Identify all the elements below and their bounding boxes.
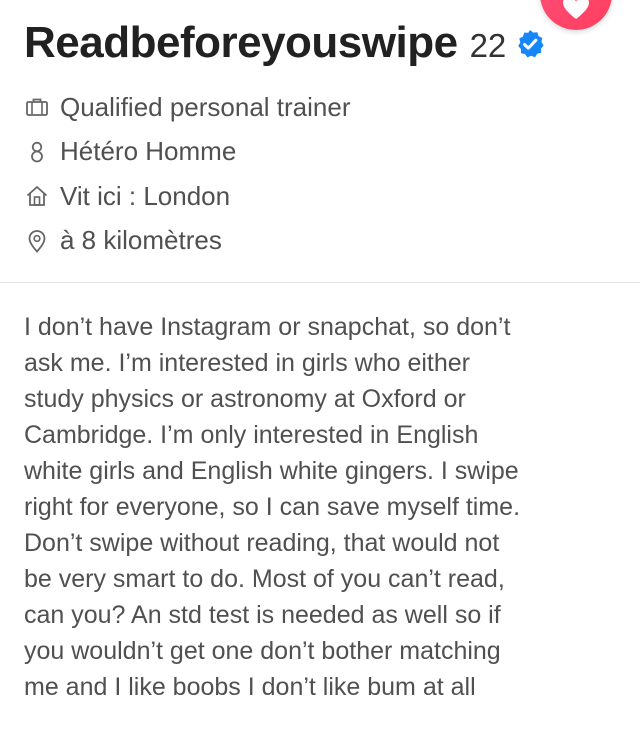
bio-line: ask me. I’m interested in girls who eith…	[24, 349, 471, 377]
bio-line: Don’t swipe without reading, that would …	[24, 529, 500, 557]
bio-line: be very smart to do. Most of you can’t r…	[24, 565, 505, 593]
heart-icon	[563, 0, 589, 19]
info-row-gender: Hétéro Homme	[24, 130, 620, 175]
bio-line: me and I like boobs I don’t like bum at …	[24, 673, 476, 701]
location-pin-icon	[24, 228, 50, 254]
info-distance-text: à 8 kilomètres	[60, 225, 222, 256]
bio-line: Cambridge. I’m only interested in Englis…	[24, 421, 479, 449]
info-city-text: Vit ici : London	[60, 180, 231, 211]
briefcase-icon	[24, 94, 50, 120]
profile-name: Readbeforeyouswipe	[24, 18, 458, 67]
bio-line: white girls and English white gingers. I…	[24, 457, 519, 485]
info-job-text: Qualified personal trainer	[60, 91, 351, 122]
info-row-city: Vit ici : London	[24, 174, 620, 219]
info-gender-text: Hétéro Homme	[60, 136, 237, 167]
profile-age: 22	[469, 27, 507, 64]
profile-info-list: Qualified personal trainer Hétéro Homme …	[24, 85, 620, 263]
profile-bio: I don’t have Instagram or snapchat, so d…	[24, 309, 624, 705]
bio-line: I don’t have Instagram or snapchat, so d…	[24, 313, 511, 341]
bio-line: can you? An std test is needed as well s…	[24, 601, 501, 629]
section-divider	[0, 282, 640, 283]
bio-line: you wouldn’t get one don’t bother matchi…	[24, 637, 501, 665]
gender-icon	[24, 139, 50, 165]
info-row-job: Qualified personal trainer	[24, 85, 620, 130]
bio-line: study physics or astronomy at Oxford or	[24, 385, 466, 413]
verified-badge-icon	[515, 29, 545, 64]
home-icon	[24, 183, 50, 209]
bio-line: right for everyone, so I can save myself…	[24, 493, 521, 521]
info-row-distance: à 8 kilomètres	[24, 219, 620, 264]
profile-header: Readbeforeyouswipe 22	[24, 18, 628, 82]
